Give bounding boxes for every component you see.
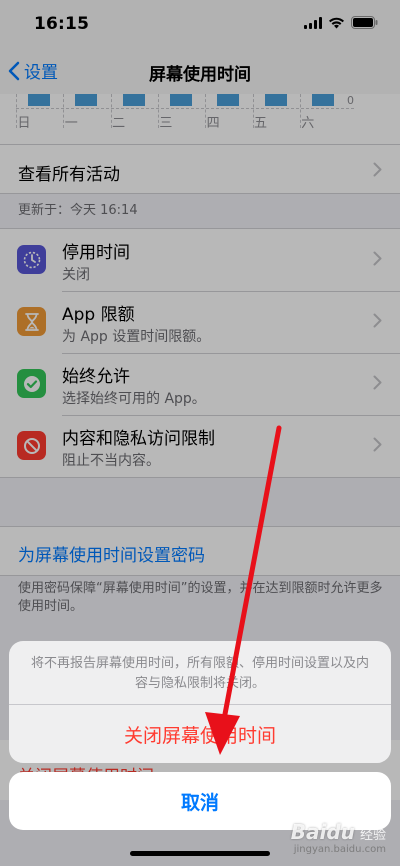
home-indicator bbox=[130, 851, 270, 856]
watermark-brand: Baidu bbox=[290, 820, 355, 844]
baidu-watermark-logo: Baidu 经验 jingyan.baidu.com bbox=[291, 820, 386, 855]
watermark-url: jingyan.baidu.com bbox=[293, 844, 386, 855]
watermark-jingyan: 经验 bbox=[359, 828, 386, 843]
action-sheet-message: 将不再报告屏幕使用时间，所有限额、停用时间设置以及内容与隐私限制将关闭。 bbox=[9, 641, 391, 705]
action-sheet: 将不再报告屏幕使用时间，所有限额、停用时间设置以及内容与隐私限制将关闭。 关闭屏… bbox=[9, 641, 391, 763]
turn-off-screen-time-button[interactable]: 关闭屏幕使用时间 bbox=[9, 705, 391, 763]
